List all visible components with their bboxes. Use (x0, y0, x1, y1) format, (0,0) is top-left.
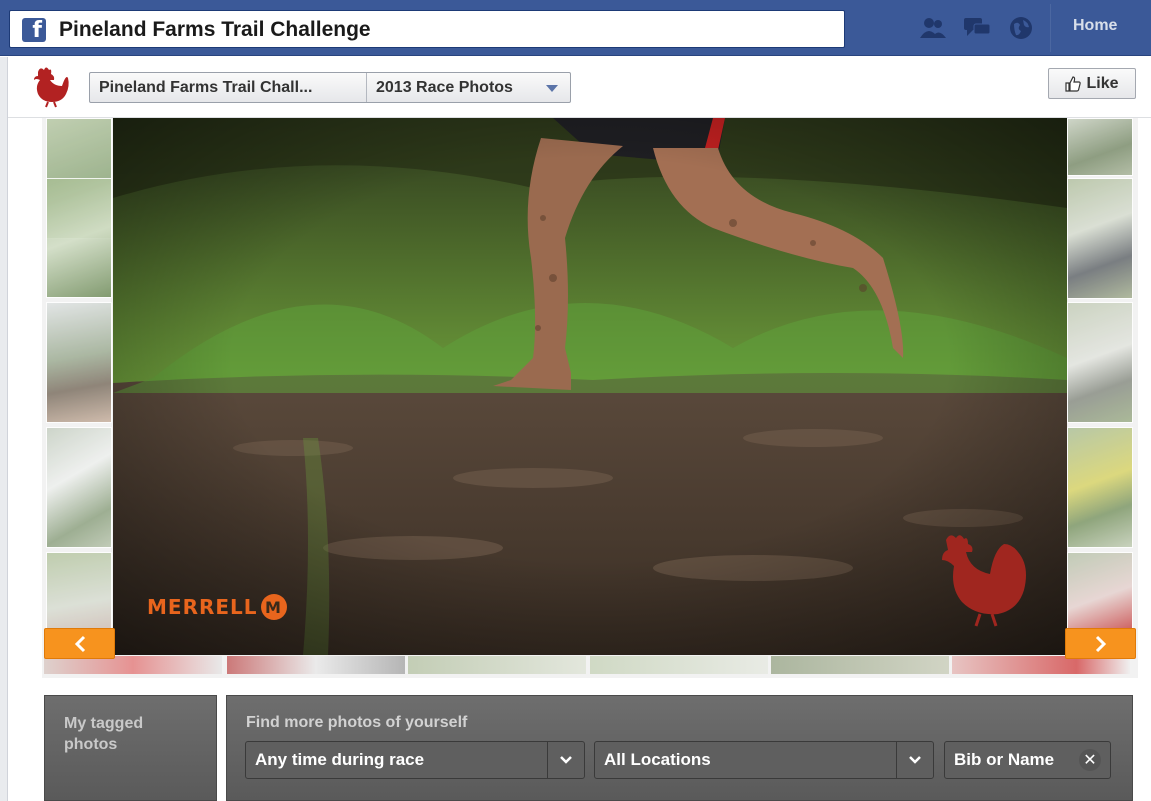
top-nav-icons (918, 14, 1036, 42)
my-tagged-photos-button[interactable]: My tagged photos (44, 695, 217, 801)
messages-icon[interactable] (962, 14, 992, 42)
thumbnail[interactable] (1067, 302, 1133, 423)
facebook-top-bar: f Pineland Farms Trail Challenge Home (0, 0, 1151, 56)
like-label: Like (1086, 74, 1119, 92)
thumbs-up-icon (1065, 75, 1082, 92)
photo-search-panel: Find more photos of yourself Any time du… (226, 695, 1133, 801)
time-select[interactable]: Any time during race (245, 741, 585, 779)
thumbnail[interactable] (1067, 118, 1133, 176)
main-photo[interactable] (113, 118, 1067, 655)
nav-divider (1050, 4, 1051, 52)
location-select-value: All Locations (604, 750, 711, 769)
home-link[interactable]: Home (1073, 17, 1117, 35)
festival-logo-icon (938, 530, 1034, 628)
friends-icon[interactable] (918, 14, 948, 42)
merrell-m-icon: M (260, 594, 287, 620)
bib-or-name-value: Bib or Name (954, 750, 1055, 769)
thumbnail[interactable] (46, 427, 112, 548)
page-title-box: f Pineland Farms Trail Challenge (9, 10, 845, 48)
page-title: Pineland Farms Trail Challenge (59, 18, 371, 41)
next-photo-button[interactable] (1065, 628, 1136, 659)
left-rail (0, 57, 8, 801)
rooster-logo-icon[interactable] (28, 64, 72, 108)
notifications-globe-icon[interactable] (1006, 14, 1036, 42)
thumbnail[interactable] (771, 656, 949, 674)
thumbnail[interactable] (46, 302, 112, 423)
my-tagged-photos-label: My tagged photos (64, 715, 144, 753)
thumbnail[interactable] (1067, 178, 1133, 299)
prev-photo-button[interactable] (44, 628, 115, 659)
sponsor-logo: MERRELL M (147, 594, 287, 620)
facebook-logo-icon[interactable]: f (22, 18, 46, 42)
thumbnail[interactable] (408, 656, 586, 674)
chevron-left-icon (74, 635, 85, 652)
clear-icon[interactable]: ✕ (1079, 749, 1101, 771)
page-selector[interactable]: Pineland Farms Trail Chall... (90, 73, 367, 102)
location-select[interactable]: All Locations (594, 741, 934, 779)
album-selector[interactable]: 2013 Race Photos (367, 73, 570, 102)
chevron-down-icon (896, 742, 933, 778)
chevron-down-icon (547, 742, 584, 778)
chevron-down-icon (546, 85, 558, 92)
time-select-value: Any time during race (255, 750, 425, 769)
album-selector-label: 2013 Race Photos (376, 79, 513, 96)
thumbnail[interactable] (1067, 427, 1133, 548)
chevron-right-icon (1095, 635, 1106, 652)
like-button[interactable]: Like (1048, 68, 1136, 99)
thumbnail[interactable] (46, 178, 112, 298)
page-album-selector: Pineland Farms Trail Chall... 2013 Race … (89, 72, 571, 103)
thumbnail[interactable] (227, 656, 405, 674)
find-photos-label: Find more photos of yourself (246, 714, 468, 731)
thumbnail[interactable] (590, 656, 768, 674)
sponsor-logo-text: MERRELL (147, 595, 258, 619)
bib-or-name-field[interactable]: Bib or Name ✕ (944, 741, 1111, 779)
